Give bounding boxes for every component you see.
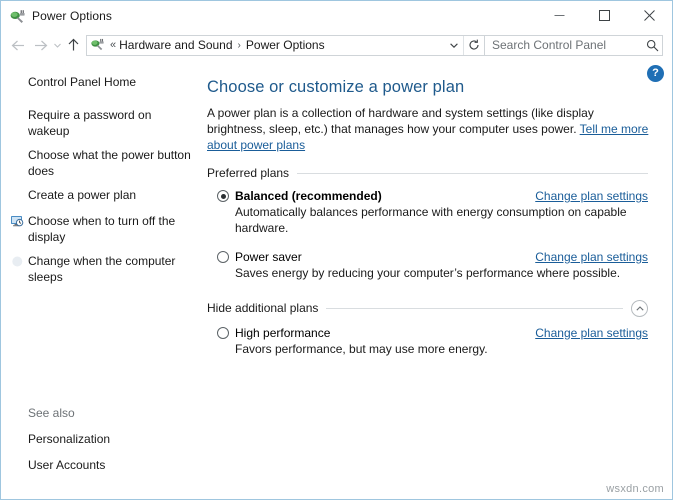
address-chevron-down-icon[interactable] [445,36,463,55]
sidebar-icon-slot [7,148,27,165]
close-button[interactable] [627,1,672,30]
plan-description: Favors performance, but may use more ene… [235,341,488,356]
section-divider [297,172,648,174]
sidebar-item-choose-power-button-action[interactable]: Choose what the power button does [1,148,199,179]
sidebar-item-label: Create a power plan [28,188,137,202]
change-plan-settings-link-high-performance[interactable]: Change plan settings [535,326,648,340]
window-controls [537,1,672,30]
breadcrumb-overflow[interactable]: « [110,39,116,51]
moon-icon [7,254,27,271]
sidebar-icon-slot [7,432,27,449]
minimize-button[interactable] [537,1,582,30]
sidebar-icon-slot [7,188,27,205]
plan-high-performance[interactable]: High performance Change plan settings Fa… [207,326,652,358]
main-content: ? Choose or customize a power plan A pow… [199,60,672,499]
sidebar-icon-slot [7,75,27,92]
search-icon[interactable] [642,35,662,55]
plan-name: Power saver [235,250,302,264]
plan-balanced[interactable]: Balanced (recommended) Change plan setti… [207,189,652,236]
address-power-plug-icon [90,37,106,53]
breadcrumb-power-options[interactable]: Power Options [246,38,325,52]
intro-paragraph: A power plan is a collection of hardware… [207,105,652,153]
back-arrow-icon[interactable] [7,34,29,56]
radio-power-saver[interactable] [217,251,229,263]
search-input[interactable] [485,37,642,53]
sidebar-item-control-panel-home[interactable]: Control Panel Home [1,75,199,92]
sidebar-icon-slot [7,458,27,475]
address-bar[interactable]: « Hardware and Sound › Power Options [86,34,485,56]
forward-arrow-icon[interactable] [29,34,51,56]
recent-locations-chevron-down-icon[interactable] [51,34,63,56]
refresh-icon[interactable] [464,36,484,55]
plan-description: Automatically balances performance with … [235,205,627,235]
help-icon[interactable]: ? [647,65,664,82]
navigation-bar: « Hardware and Sound › Power Options [1,30,672,60]
power-options-window: Power Options « Hardware and Sound › Pow… [0,0,673,500]
plan-row: High performance Change plan settings [207,326,648,340]
see-also-label: See also [28,406,75,420]
sidebar-item-choose-when-to-turn-off-display[interactable]: Choose when to turn off the display [1,214,199,245]
search-box[interactable] [485,34,663,56]
section-title: Hide additional plans [207,301,319,315]
sidebar-icon-slot [7,108,27,125]
title-bar: Power Options [1,1,672,30]
sidebar-icon-slot [7,406,27,423]
intro-text: A power plan is a collection of hardware… [207,106,594,136]
breadcrumb-separator: › [237,39,241,51]
sidebar-item-label: Choose what the power button does [28,148,191,178]
watermark: wsxdn.com [606,483,664,495]
sidebar-item-label: Require a password on wakeup [28,108,152,138]
power-plug-icon [9,8,25,24]
change-plan-settings-link-balanced[interactable]: Change plan settings [535,189,648,203]
sidebar: Control Panel Home Require a password on… [1,60,199,499]
body-area: Control Panel Home Require a password on… [1,60,672,499]
radio-high-performance[interactable] [217,326,229,339]
see-also-section: See also Personalization User Accounts [1,406,199,484]
plan-description: Saves energy by reducing your computer’s… [235,266,621,280]
see-also-title: See also [1,406,199,423]
monitor-clock-icon [7,214,27,231]
breadcrumb-hardware-and-sound[interactable]: Hardware and Sound [119,38,232,52]
sidebar-item-change-when-computer-sleeps[interactable]: Change when the computer sleeps [1,254,199,285]
change-plan-settings-link-power-saver[interactable]: Change plan settings [535,250,648,264]
plan-power-saver[interactable]: Power saver Change plan settings Saves e… [207,250,652,282]
sidebar-item-require-password-on-wakeup[interactable]: Require a password on wakeup [1,108,199,139]
up-arrow-icon[interactable] [63,34,83,56]
page-title: Choose or customize a power plan [207,78,465,96]
window-title: Power Options [32,8,113,23]
radio-balanced[interactable] [217,190,229,202]
plan-name: Balanced (recommended) [235,189,382,203]
see-also-item-user-accounts[interactable]: User Accounts [1,458,199,475]
section-header-hide-additional-plans[interactable]: Hide additional plans [207,299,652,317]
section-divider [326,307,623,309]
sidebar-item-label: Change when the computer sleeps [28,254,176,284]
see-also-item-label: Personalization [28,432,111,446]
sidebar-item-create-a-power-plan[interactable]: Create a power plan [1,188,199,205]
see-also-item-label: User Accounts [28,458,106,472]
sidebar-item-label: Control Panel Home [28,75,137,89]
see-also-item-personalization[interactable]: Personalization [1,432,199,449]
chevron-up-circle-icon[interactable] [631,299,648,317]
plan-name: High performance [235,325,331,340]
section-header-preferred-plans: Preferred plans [207,166,652,180]
maximize-button[interactable] [582,1,627,30]
plan-row: Power saver Change plan settings [207,250,648,264]
section-title: Preferred plans [207,166,290,180]
sidebar-item-label: Choose when to turn off the display [28,214,176,244]
plan-row: Balanced (recommended) Change plan setti… [207,189,648,203]
